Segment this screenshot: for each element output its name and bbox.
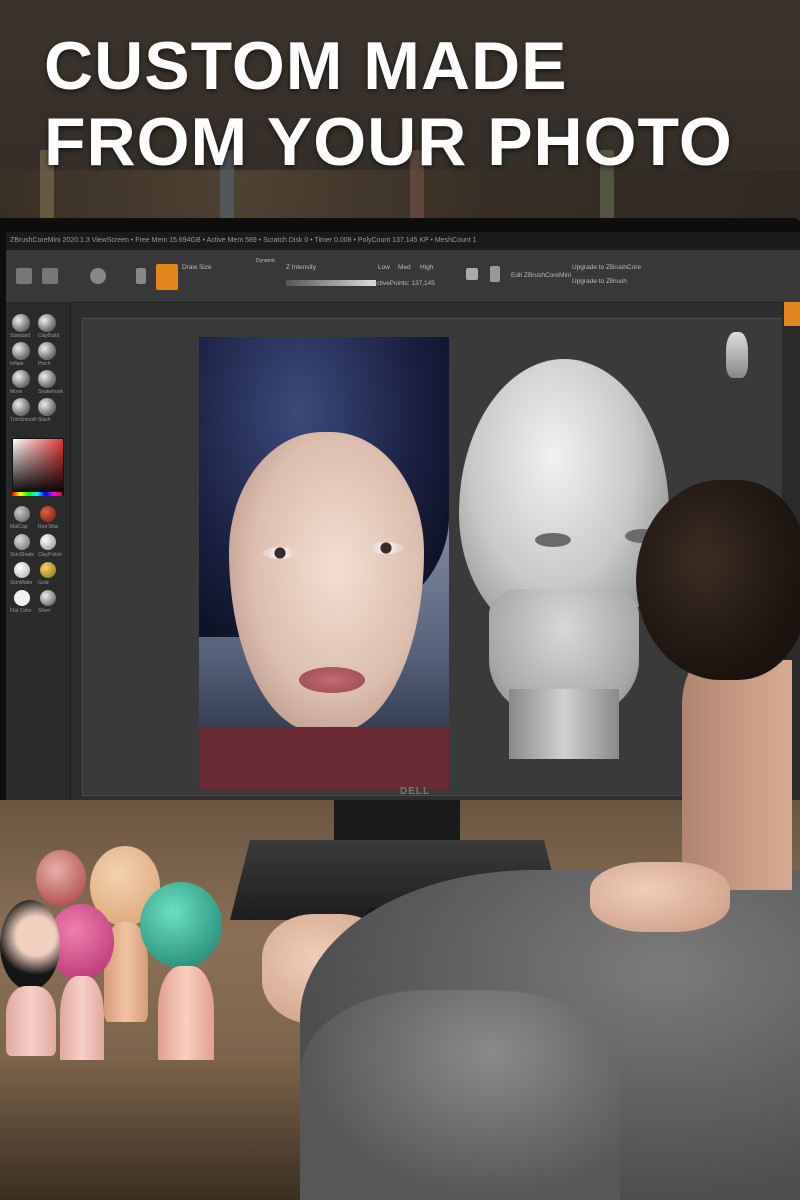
headline-line-1: CUSTOM MADE [44, 28, 568, 104]
figurine-stand [60, 976, 104, 1072]
save-icon[interactable] [42, 268, 58, 284]
sphere-icon[interactable] [90, 268, 106, 284]
brush-sphere-icon[interactable] [38, 370, 56, 388]
brush-sphere-icon[interactable] [12, 370, 30, 388]
document-icon[interactable] [490, 266, 500, 282]
headline: CUSTOM MADE FROM YOUR PHOTO [44, 28, 733, 180]
material-sphere-icon[interactable] [40, 506, 56, 522]
material-label: Flat Color [10, 608, 32, 614]
brush-label: Slash [38, 417, 51, 423]
brush-sphere-icon[interactable] [12, 342, 30, 360]
brush-sphere-icon[interactable] [38, 342, 56, 360]
material-sphere-icon[interactable] [14, 506, 30, 522]
right-hand [590, 862, 730, 932]
photo-eye [369, 542, 403, 554]
figurine-stand [6, 986, 56, 1056]
high-label[interactable]: High [420, 264, 433, 271]
monitor-brand: DELL [400, 786, 431, 797]
material-label: ClayPolish [38, 552, 62, 558]
headline-line-2: FROM YOUR PHOTO [44, 104, 733, 180]
low-label[interactable]: Low [378, 264, 390, 271]
person-hair [636, 480, 800, 680]
head-eye [535, 533, 571, 547]
material-label: Red Wax [38, 524, 59, 530]
material-sphere-icon[interactable] [14, 534, 30, 550]
reference-photo [199, 337, 449, 789]
upgrade-link-1[interactable]: Upgrade to ZBrushCore [572, 264, 641, 271]
brush-label: Snakehook [38, 389, 64, 395]
draw-icon[interactable] [156, 264, 178, 290]
material-sphere-icon[interactable] [14, 590, 30, 606]
cylinder-icon[interactable] [136, 268, 146, 284]
figurine-head [140, 882, 222, 968]
edit-label[interactable]: Edit ZBrushCoreMini [511, 272, 571, 279]
brush-sphere-icon[interactable] [12, 398, 30, 416]
figurine-head [0, 900, 60, 990]
app-toolbar: Draw Size Dynamic Z Intensity Low Med Hi… [6, 250, 800, 303]
upgrade-link-2[interactable]: Upgrade to ZBrush [572, 278, 627, 285]
med-label[interactable]: Med [398, 264, 411, 271]
brush-label: ClayBuild [38, 333, 60, 339]
image-icon[interactable] [466, 268, 478, 280]
photo-sweater [199, 727, 449, 789]
photo-lips [299, 667, 365, 693]
app-titlebar: ZBrushCoreMini 2020.1.3 ViewScreen • Fre… [6, 232, 800, 250]
hue-slider[interactable] [12, 492, 62, 496]
brush-label: TrimSmooth [10, 417, 38, 423]
figurine-head [36, 850, 86, 906]
intensity-slider[interactable] [286, 280, 376, 286]
person [300, 480, 800, 1200]
intensity-label: Z Intensity [286, 264, 316, 271]
photo-eye [263, 547, 297, 559]
material-label: MatCap [10, 524, 28, 530]
material-sphere-icon[interactable] [40, 590, 56, 606]
draw-size-label: Draw Size [182, 264, 212, 271]
brush-sphere-icon[interactable] [38, 314, 56, 332]
brush-label: Pinch [38, 361, 51, 367]
material-sphere-icon[interactable] [14, 562, 30, 578]
brush-label: Move [10, 389, 23, 395]
brush-label: Inflate [10, 361, 24, 367]
material-sphere-icon[interactable] [40, 562, 56, 578]
material-sphere-icon[interactable] [40, 534, 56, 550]
brush-sphere-icon[interactable] [12, 314, 30, 332]
material-label: SkinShade [10, 552, 35, 558]
brush-label: Standard [10, 333, 31, 339]
person-neck [682, 660, 792, 890]
brush-sphere-icon[interactable] [38, 398, 56, 416]
brush-panel: Standard ClayBuild Inflate Pinch Move Sn… [6, 302, 71, 824]
material-label: Gold [38, 580, 49, 586]
active-points: ActivePoints: 137,145 [372, 280, 435, 287]
open-icon[interactable] [16, 268, 32, 284]
material-label: SkinMatte [10, 580, 33, 586]
person-arm [300, 990, 620, 1200]
head-preview-icon[interactable] [726, 332, 748, 378]
right-panel-tab[interactable] [784, 302, 800, 326]
dynamic-label: Dynamic [256, 258, 276, 264]
material-label: Silver [38, 608, 51, 614]
color-picker-icon[interactable] [12, 438, 64, 496]
photo-scene: CUSTOM MADE FROM YOUR PHOTO ZBrushCoreMi… [0, 0, 800, 1200]
